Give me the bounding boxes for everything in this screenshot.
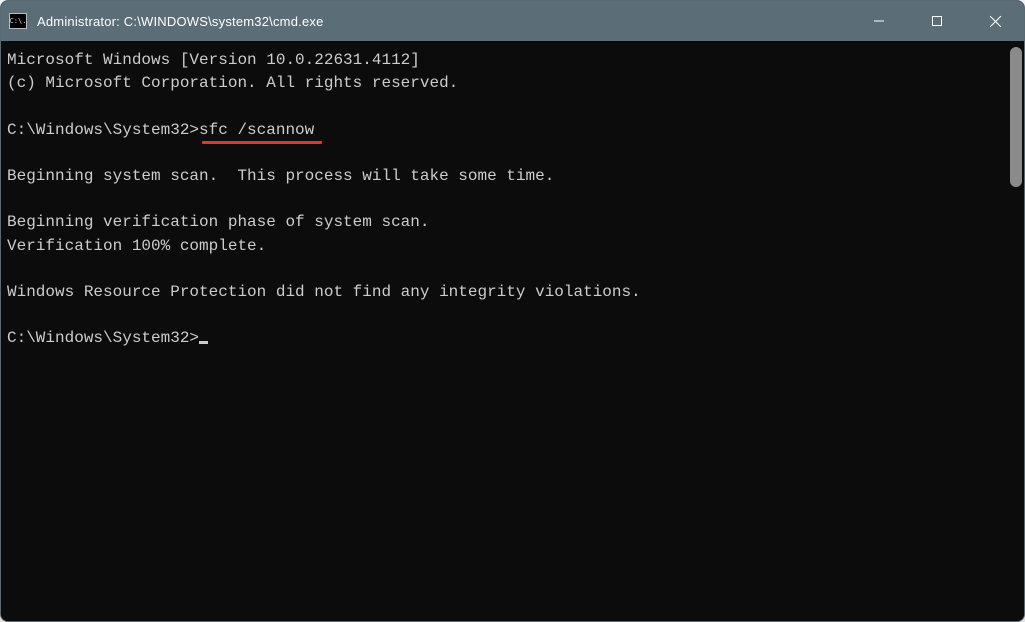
prompt-line: C:\Windows\System32>sfc /scannow bbox=[7, 119, 1018, 142]
terminal-content: Microsoft Windows [Version 10.0.22631.41… bbox=[7, 49, 1018, 350]
maximize-button[interactable] bbox=[908, 1, 966, 41]
annotation-underline bbox=[202, 141, 322, 144]
cmd-icon: C:\. bbox=[9, 13, 27, 29]
cmd-icon-text: C:\. bbox=[10, 18, 27, 25]
prompt-command: sfc /scannow bbox=[199, 121, 314, 139]
prompt-path: C:\Windows\System32> bbox=[7, 121, 199, 139]
minimize-button[interactable] bbox=[850, 1, 908, 41]
output-line: Beginning verification phase of system s… bbox=[7, 211, 1018, 234]
close-button[interactable] bbox=[966, 1, 1024, 41]
output-line: (c) Microsoft Corporation. All rights re… bbox=[7, 72, 1018, 95]
cursor bbox=[199, 341, 208, 344]
close-icon bbox=[989, 15, 1002, 28]
minimize-icon bbox=[873, 15, 885, 27]
output-line: Verification 100% complete. bbox=[7, 235, 1018, 258]
blank-line bbox=[7, 258, 1018, 281]
output-line: Beginning system scan. This process will… bbox=[7, 165, 1018, 188]
cmd-window: C:\. Administrator: C:\WINDOWS\system32\… bbox=[0, 0, 1025, 622]
blank-line bbox=[7, 304, 1018, 327]
titlebar[interactable]: C:\. Administrator: C:\WINDOWS\system32\… bbox=[1, 1, 1024, 41]
maximize-icon bbox=[931, 15, 943, 27]
prompt-path: C:\Windows\System32> bbox=[7, 329, 199, 347]
prompt-line: C:\Windows\System32> bbox=[7, 327, 1018, 350]
scrollbar-thumb[interactable] bbox=[1010, 47, 1022, 187]
output-line: Windows Resource Protection did not find… bbox=[7, 281, 1018, 304]
blank-line bbox=[7, 95, 1018, 118]
terminal-body[interactable]: Microsoft Windows [Version 10.0.22631.41… bbox=[1, 41, 1024, 621]
blank-line bbox=[7, 142, 1018, 165]
window-title: Administrator: C:\WINDOWS\system32\cmd.e… bbox=[37, 14, 850, 29]
window-controls bbox=[850, 1, 1024, 41]
output-line: Microsoft Windows [Version 10.0.22631.41… bbox=[7, 49, 1018, 72]
blank-line bbox=[7, 188, 1018, 211]
